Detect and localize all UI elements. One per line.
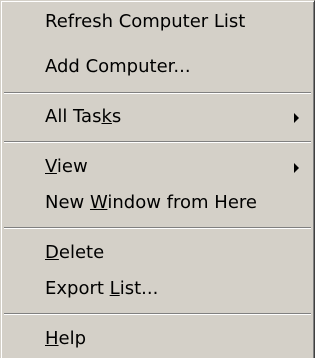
- menu-item-label: All Tasks: [45, 106, 122, 127]
- menu-item-delete[interactable]: Delete: [4, 235, 311, 271]
- menu-item-label: View: [45, 156, 88, 177]
- menu-separator: [4, 313, 311, 315]
- menu-item-label: Help: [45, 328, 87, 349]
- menu-item-refresh-computer-list[interactable]: Refresh Computer List: [4, 4, 311, 40]
- submenu-arrow-icon: [294, 163, 299, 173]
- menu-item-label: Delete: [45, 242, 105, 263]
- menu-item-label: Refresh Computer List: [45, 11, 246, 32]
- menu-item-new-window-from-here[interactable]: New Window from Here: [4, 185, 311, 221]
- menu-item-help[interactable]: Help: [4, 321, 311, 357]
- menu-item-export-list[interactable]: Export List...: [4, 271, 311, 307]
- menu-item-add-computer[interactable]: Add Computer...: [4, 49, 311, 85]
- menu-separator: [4, 227, 311, 229]
- menu-separator: [4, 141, 311, 143]
- context-menu: Refresh Computer List Add Computer... Al…: [0, 0, 315, 358]
- menu-item-label: New Window from Here: [45, 192, 257, 213]
- menu-item-label: Export List...: [45, 278, 159, 299]
- menu-item-all-tasks[interactable]: All Tasks: [4, 99, 311, 135]
- menu-separator: [4, 92, 311, 94]
- submenu-arrow-icon: [294, 113, 299, 123]
- menu-item-view[interactable]: View: [4, 149, 311, 185]
- menu-item-label: Add Computer...: [45, 56, 191, 77]
